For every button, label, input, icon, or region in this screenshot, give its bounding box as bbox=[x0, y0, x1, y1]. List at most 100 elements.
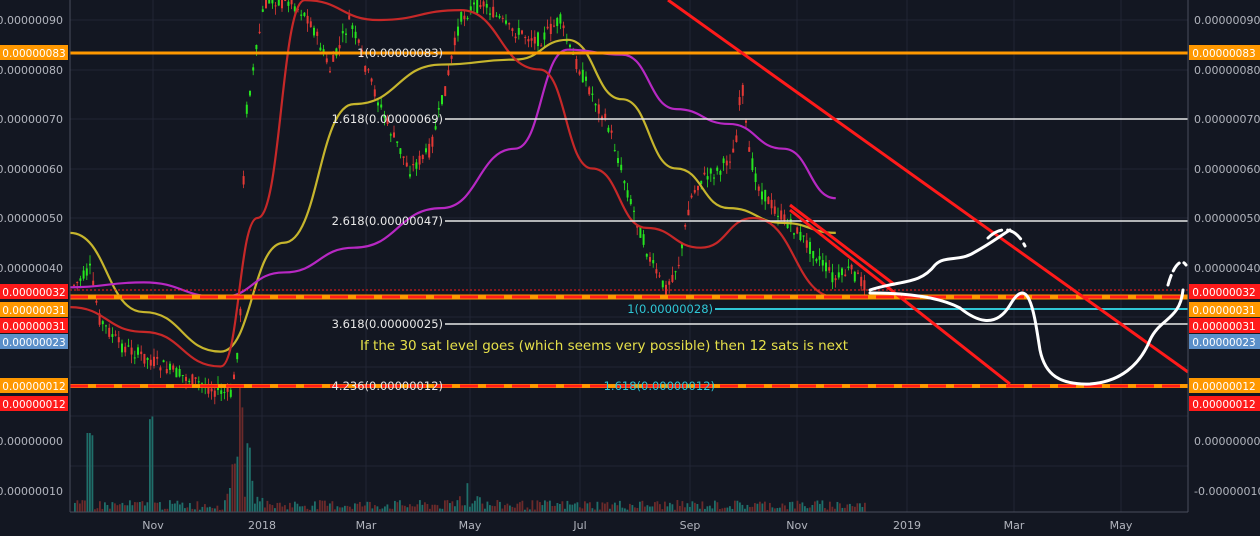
volume-bar bbox=[314, 501, 316, 512]
candle-body bbox=[405, 162, 408, 167]
candle-body bbox=[274, 5, 277, 7]
candle-body bbox=[431, 136, 434, 147]
volume-bar bbox=[241, 407, 244, 512]
candle-body bbox=[165, 368, 168, 374]
volume-bar bbox=[104, 502, 106, 512]
candle-body bbox=[137, 347, 139, 355]
volume-bar bbox=[581, 508, 584, 512]
candle-body bbox=[668, 281, 671, 285]
volume-bar bbox=[549, 500, 551, 512]
volume-bar bbox=[689, 506, 691, 512]
volume-bar bbox=[231, 464, 234, 512]
candle-body bbox=[764, 189, 767, 202]
volume-bar bbox=[634, 507, 636, 512]
volume-bar bbox=[584, 501, 586, 512]
volume-bar bbox=[246, 443, 249, 512]
volume-bar bbox=[541, 505, 544, 512]
volume-bar bbox=[579, 507, 581, 512]
volume-bar bbox=[729, 506, 731, 512]
candle-body bbox=[396, 141, 399, 143]
volume-bar bbox=[646, 505, 649, 512]
candle-body bbox=[489, 13, 491, 15]
candle-body bbox=[447, 70, 450, 76]
candle-body bbox=[588, 87, 591, 95]
candle-body bbox=[127, 345, 130, 347]
candle-body bbox=[690, 195, 693, 198]
volume-bar bbox=[669, 502, 671, 512]
volume-bar bbox=[664, 501, 666, 512]
volume-bar bbox=[271, 505, 274, 512]
candle-body bbox=[725, 160, 728, 166]
candle-body bbox=[809, 241, 811, 254]
price-badge-label-right: 0.00000031 bbox=[1192, 305, 1255, 317]
price-badge-label-right: 0.00000012 bbox=[1192, 381, 1255, 393]
volume-bar bbox=[364, 505, 366, 512]
volume-bar bbox=[536, 500, 539, 512]
y-tick-label-left: -0.00000010 bbox=[0, 485, 63, 498]
volume-bar bbox=[294, 501, 296, 512]
candle-body bbox=[348, 15, 351, 20]
candle-body bbox=[437, 107, 440, 110]
price-badge-label-right: 0.00000031 bbox=[1192, 321, 1255, 333]
fib-label: 1(0.00000028) bbox=[627, 302, 713, 316]
candle-body bbox=[847, 266, 850, 268]
volume-bar bbox=[741, 504, 744, 512]
candle-body bbox=[501, 17, 504, 19]
y-tick-label-right: -0.00000010 bbox=[1194, 485, 1260, 498]
price-chart: 1(0.00000083) 1.618(0.00000069) 2.618(0.00… bbox=[0, 0, 1260, 536]
candle-body bbox=[735, 135, 738, 142]
candle-body bbox=[140, 351, 143, 355]
volume-bar bbox=[794, 508, 796, 512]
volume-bar bbox=[404, 505, 406, 512]
volume-bar bbox=[824, 508, 826, 512]
candle-body bbox=[537, 32, 539, 47]
volume-bar bbox=[279, 502, 281, 512]
candle-body bbox=[729, 161, 731, 163]
candle-body bbox=[444, 86, 447, 97]
volume-bar bbox=[551, 506, 554, 512]
candle-body bbox=[341, 31, 344, 34]
volume-bar bbox=[494, 506, 496, 512]
candle-body bbox=[473, 2, 475, 5]
candle-body bbox=[146, 357, 149, 361]
volume-bar bbox=[726, 507, 729, 512]
candle-body bbox=[210, 388, 213, 392]
volume-bar bbox=[76, 500, 79, 512]
volume-bar bbox=[201, 506, 204, 512]
volume-bar bbox=[526, 507, 529, 512]
volume-bar bbox=[764, 501, 766, 512]
volume-bar bbox=[591, 508, 594, 512]
volume-bar bbox=[656, 501, 659, 512]
volume-bar bbox=[256, 496, 259, 512]
volume-bar bbox=[566, 500, 569, 512]
candle-body bbox=[514, 36, 517, 39]
x-tick-label: Sep bbox=[680, 519, 701, 532]
candle-body bbox=[258, 31, 261, 34]
volume-bar bbox=[489, 505, 491, 512]
volume-bar bbox=[359, 501, 361, 512]
candle-body bbox=[370, 78, 373, 82]
candle-body bbox=[793, 233, 795, 235]
volume-bar bbox=[736, 500, 739, 512]
volume-bar bbox=[239, 384, 241, 512]
candle-body bbox=[594, 103, 597, 106]
candle-body bbox=[453, 37, 456, 46]
candle-body bbox=[178, 369, 181, 377]
volume-bar bbox=[514, 507, 516, 512]
candle-body bbox=[364, 65, 367, 72]
candle-body bbox=[620, 164, 623, 171]
volume-bar bbox=[96, 508, 99, 512]
volume-bar bbox=[276, 502, 279, 512]
volume-bar bbox=[311, 505, 314, 512]
candle-body bbox=[559, 14, 562, 24]
volume-bar bbox=[554, 505, 556, 512]
volume-bar bbox=[386, 504, 389, 512]
volume-bar bbox=[756, 503, 759, 512]
volume-bar bbox=[684, 507, 686, 512]
volume-bar bbox=[244, 496, 246, 512]
candle-body bbox=[853, 271, 856, 282]
candle-body bbox=[249, 90, 251, 96]
candle-body bbox=[213, 390, 216, 397]
volume-bar bbox=[571, 504, 574, 512]
candle-body bbox=[639, 226, 642, 238]
